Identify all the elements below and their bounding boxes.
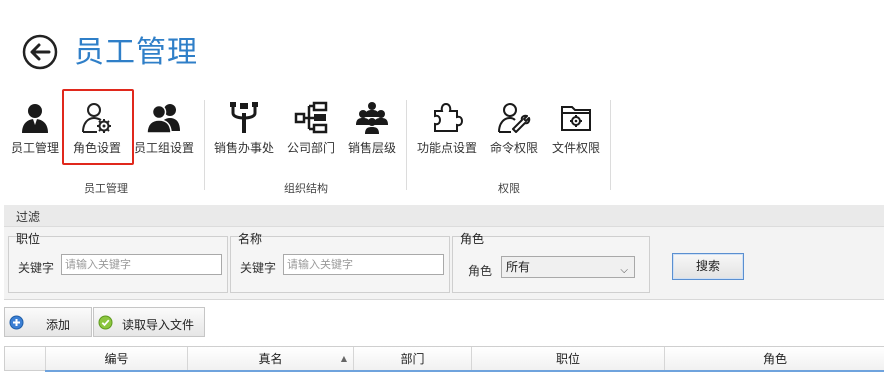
ribbon-company-department[interactable]: 公司部门	[283, 101, 339, 157]
import-file-button-label: 读取导入文件	[122, 318, 195, 332]
add-button-label: 添加	[46, 318, 71, 332]
column-header-label: 职位	[555, 352, 580, 366]
import-file-button[interactable]: 读取导入文件	[93, 307, 205, 337]
ribbon-group-label: 权限	[498, 182, 520, 195]
column-header-label: 编号	[104, 352, 129, 366]
ribbon-label: 角色设置	[72, 141, 121, 155]
grid-header: 编号 真名 ▲ 部门 职位 角色	[4, 346, 884, 371]
column-header-real-name[interactable]: 真名 ▲	[188, 347, 354, 370]
name-keyword-input[interactable]	[283, 254, 444, 275]
check-circle-icon	[98, 315, 113, 330]
role-label: 角色	[468, 264, 493, 278]
back-arrow-icon	[22, 34, 58, 70]
ribbon-label: 文件权限	[551, 141, 600, 155]
name-keyword-label: 关键字	[240, 261, 277, 275]
ribbon-separator	[610, 100, 611, 190]
search-button[interactable]: 搜索	[672, 253, 744, 280]
sort-ascending-icon: ▲	[340, 354, 347, 363]
position-keyword-input[interactable]	[61, 254, 222, 275]
ribbon-label: 销售层级	[347, 141, 396, 155]
filter-name-title: 名称	[238, 232, 263, 246]
column-header-label: 部门	[400, 352, 425, 366]
ribbon-separator	[406, 100, 407, 190]
ribbon-sales-hierarchy[interactable]: 销售层级	[344, 101, 400, 157]
column-header-selector[interactable]	[5, 347, 46, 370]
people-hierarchy-icon	[356, 102, 388, 134]
filter-position-title: 职位	[16, 232, 41, 246]
column-header-department[interactable]: 部门	[354, 347, 472, 370]
column-header-label: 角色	[762, 352, 787, 366]
users-group-icon	[146, 104, 180, 134]
puzzle-icon	[434, 102, 463, 132]
column-header-position[interactable]: 职位	[472, 347, 665, 370]
role-select[interactable]: 所有 ⌵	[501, 256, 635, 278]
position-keyword-label: 关键字	[18, 261, 55, 275]
ribbon-label: 员工管理	[10, 141, 59, 155]
user-gear-icon	[82, 103, 111, 133]
user-icon	[22, 104, 48, 133]
ribbon-label: 公司部门	[286, 141, 335, 155]
ribbon-label: 命令权限	[489, 141, 538, 155]
ribbon-role-settings[interactable]: 角色设置	[68, 101, 126, 157]
page-title: 员工管理	[74, 35, 198, 70]
ribbon-employee-group-settings[interactable]: 员工组设置	[132, 101, 196, 157]
folder-gear-icon	[561, 106, 591, 131]
branch-icon	[230, 102, 258, 133]
ribbon-label: 销售办事处	[213, 141, 274, 155]
column-header-label: 真名	[258, 352, 283, 366]
ribbon-command-permission[interactable]: 命令权限	[486, 101, 542, 157]
back-button[interactable]	[22, 34, 58, 70]
ribbon-group-label: 员工管理	[84, 182, 128, 195]
filter-header	[4, 205, 884, 227]
add-icon	[9, 315, 24, 330]
ribbon-feature-settings[interactable]: 功能点设置	[414, 101, 480, 157]
user-wrench-icon	[498, 103, 531, 133]
filter-title: 过滤	[16, 210, 41, 224]
ribbon-label: 功能点设置	[416, 141, 477, 155]
chevron-down-icon: ⌵	[620, 265, 628, 276]
grid-row-separator	[45, 370, 884, 372]
add-button[interactable]: 添加	[4, 307, 92, 337]
ribbon-file-permission[interactable]: 文件权限	[548, 101, 604, 157]
filter-role-title: 角色	[460, 232, 485, 246]
ribbon-sales-office[interactable]: 销售办事处	[212, 101, 276, 157]
column-header-role[interactable]: 角色	[665, 347, 884, 370]
ribbon-group-label: 组织结构	[284, 182, 328, 195]
ribbon-label: 员工组设置	[133, 141, 194, 155]
column-header-id[interactable]: 编号	[46, 347, 188, 370]
org-chart-icon	[294, 101, 328, 134]
ribbon-employee-management[interactable]: 员工管理	[8, 101, 62, 157]
role-select-value: 所有	[506, 260, 531, 274]
ribbon-separator	[204, 100, 205, 190]
